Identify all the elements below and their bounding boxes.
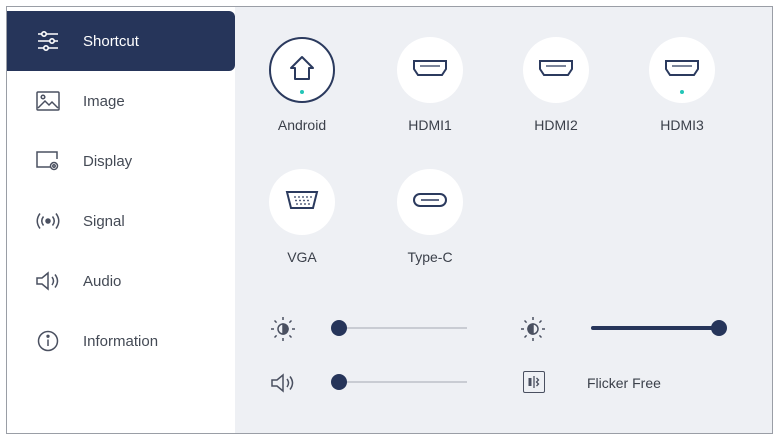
- slider-thumb[interactable]: [711, 320, 727, 336]
- sidebar: Shortcut Image Display Signal Audio Info…: [7, 7, 235, 433]
- source-android-button[interactable]: Android: [257, 37, 347, 147]
- sidebar-item-label: Information: [83, 332, 159, 350]
- source-circle: [523, 37, 589, 103]
- source-label: Type-C: [407, 249, 453, 265]
- hdmi-icon: [412, 59, 448, 82]
- speaker-icon: [35, 268, 61, 294]
- slider-fill: [591, 326, 719, 330]
- flicker-free-icon: [523, 371, 545, 393]
- sidebar-item-label: Shortcut: [83, 32, 139, 50]
- source-label: HDMI2: [534, 117, 578, 133]
- contrast-icon: [519, 315, 547, 343]
- flicker-free-label: Flicker Free: [587, 375, 661, 391]
- source-vga-button[interactable]: VGA: [257, 169, 347, 279]
- source-hdmi2-button[interactable]: HDMI2: [511, 37, 601, 147]
- source-hdmi1-button[interactable]: HDMI1: [385, 37, 475, 147]
- source-label: HDMI3: [660, 117, 704, 133]
- sidebar-item-label: Audio: [83, 272, 122, 290]
- sidebar-item-display[interactable]: Display: [7, 131, 235, 191]
- display-settings-icon: [35, 148, 61, 174]
- brightness-icon: [269, 315, 297, 343]
- active-indicator: [300, 90, 304, 94]
- usb-c-icon: [412, 192, 448, 213]
- slider-track: [339, 381, 467, 383]
- sidebar-item-label: Image: [83, 92, 125, 110]
- source-label: Android: [277, 117, 327, 133]
- shortcut-panel: Android HDMI1 HDMI2 HDMI3 VGA Type-C Fli…: [235, 7, 772, 433]
- slider-thumb[interactable]: [331, 374, 347, 390]
- source-circle: [269, 169, 335, 235]
- image-icon: [35, 88, 61, 114]
- active-indicator: [680, 90, 684, 94]
- vga-icon: [285, 190, 319, 215]
- settings-window: Shortcut Image Display Signal Audio Info…: [6, 6, 773, 434]
- sidebar-item-label: Display: [83, 152, 133, 170]
- volume-slider[interactable]: [331, 372, 467, 392]
- sidebar-item-audio[interactable]: Audio: [7, 251, 235, 311]
- hdmi-icon: [538, 59, 574, 82]
- brightness-slider[interactable]: [331, 318, 467, 338]
- source-circle: [397, 169, 463, 235]
- volume-icon: [269, 369, 297, 397]
- source-circle: [397, 37, 463, 103]
- source-label: VGA: [287, 249, 317, 265]
- source-label: HDMI1: [408, 117, 452, 133]
- home-icon: [287, 53, 317, 88]
- sidebar-item-image[interactable]: Image: [7, 71, 235, 131]
- contrast-slider[interactable]: [591, 318, 727, 338]
- sidebar-item-shortcut[interactable]: Shortcut: [7, 11, 235, 71]
- info-icon: [35, 328, 61, 354]
- sidebar-item-signal[interactable]: Signal: [7, 191, 235, 251]
- source-type-c-button[interactable]: Type-C: [385, 169, 475, 279]
- hdmi-icon: [664, 59, 700, 82]
- sliders-icon: [35, 28, 61, 54]
- slider-thumb[interactable]: [331, 320, 347, 336]
- slider-track: [339, 327, 467, 329]
- signal-icon: [35, 208, 61, 234]
- source-hdmi3-button[interactable]: HDMI3: [637, 37, 727, 147]
- sidebar-item-information[interactable]: Information: [7, 311, 235, 371]
- sidebar-item-label: Signal: [83, 212, 125, 230]
